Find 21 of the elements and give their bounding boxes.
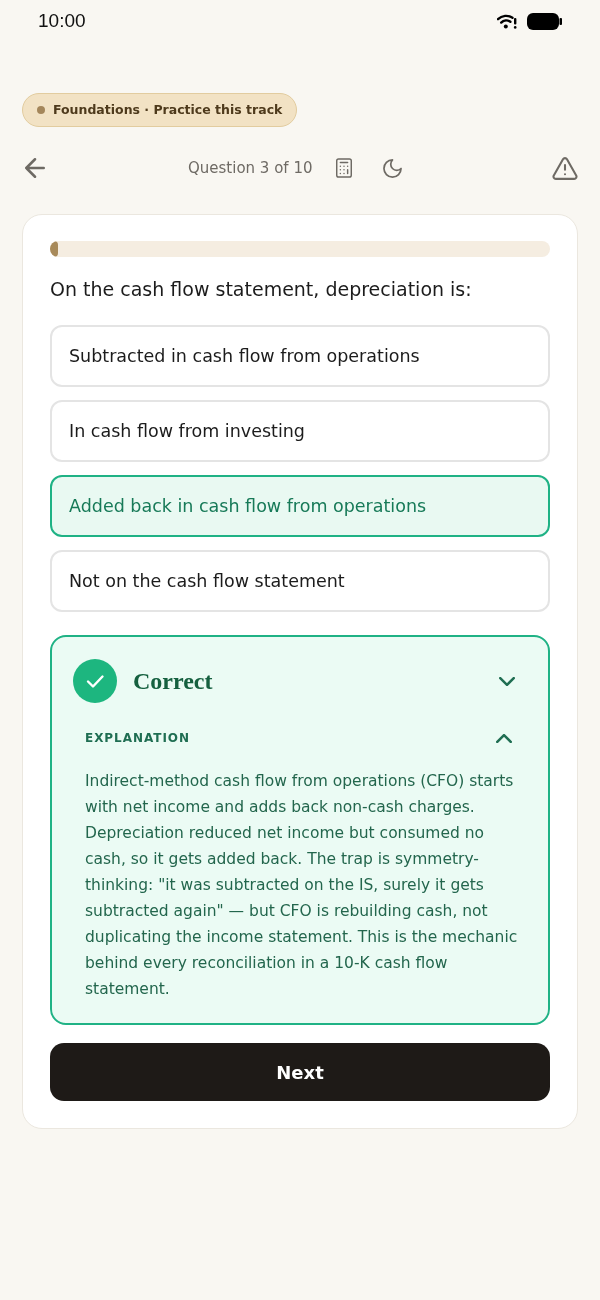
status-dot-icon — [37, 106, 45, 114]
moon-icon[interactable] — [383, 158, 403, 178]
chevron-down-icon[interactable] — [499, 676, 515, 686]
explanation-text: Indirect-method cash flow from operations (CFO) starts with net income and adds back non-cash charges. Depreciation reduced net income but consumed no cash, so it gets added back. The trap is symmetry-thinking: "it was subtracted on the IS, surely it gets subtracted again" — but CFO is rebuilding cash, not duplicating the income statement. This is the mechanic behind every reconciliation in a 10-K cash flow statement. — [84, 771, 519, 1000]
answer-option[interactable]: Subtracted in cash flow from operations — [50, 325, 550, 387]
battery-icon — [527, 12, 562, 30]
status-time: 10:00 — [38, 8, 86, 33]
answer-option[interactable]: Added back in cash flow from operations — [50, 475, 550, 537]
answer-option[interactable]: Not on the cash flow statement — [50, 550, 550, 612]
answer-option[interactable]: In cash flow from investing — [50, 400, 550, 462]
badge-label: Foundations · Practice this track — [53, 100, 283, 119]
question-counter: Question 3 of 10 — [188, 157, 313, 179]
chevron-up-icon[interactable] — [496, 733, 512, 743]
warning-icon[interactable] — [552, 156, 578, 180]
explanation-label: EXPLANATION — [85, 730, 191, 746]
back-arrow-icon[interactable] — [25, 158, 45, 178]
next-button[interactable]: Next — [50, 1043, 550, 1101]
question-text: On the cash flow statement, depreciation is: — [50, 277, 473, 302]
calculator-icon[interactable] — [336, 158, 353, 178]
wifi-icon — [497, 13, 517, 29]
result-title: Correct — [133, 667, 213, 696]
